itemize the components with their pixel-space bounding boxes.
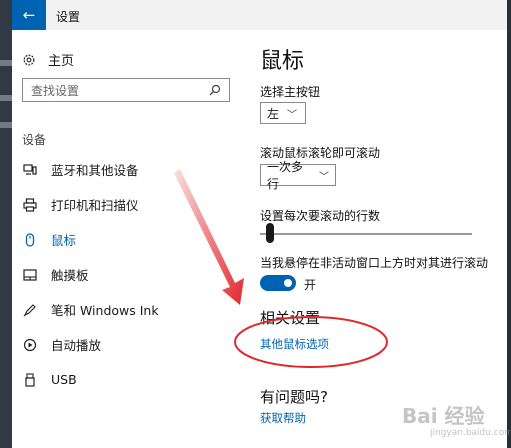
touchpad-icon <box>22 267 38 283</box>
home-label: 主页 <box>48 54 75 69</box>
pen-icon <box>22 302 38 318</box>
primary-button-label: 选择主按钮 <box>260 85 321 99</box>
get-help-link[interactable]: 获取帮助 <box>260 410 306 426</box>
search-input[interactable]: 查找设置 <box>22 78 230 102</box>
sidebar-nav: 蓝牙和其他设备 打印机和扫描仪 鼠标 触摸板 笔和 Windows Ink 自动… <box>12 152 244 397</box>
background-stripe <box>0 60 12 66</box>
back-button[interactable]: ← <box>12 0 46 30</box>
sidebar-item-usb[interactable]: USB <box>12 362 244 397</box>
sidebar-item-label: 蓝牙和其他设备 <box>51 163 139 178</box>
gear-icon <box>23 54 35 65</box>
usb-icon <box>22 372 38 388</box>
lines-label: 设置每次要滚动的行数 <box>260 209 381 223</box>
back-arrow-icon: ← <box>22 6 36 24</box>
search-icon <box>209 84 221 96</box>
sidebar-item-label: 自动播放 <box>51 338 102 353</box>
mouse-icon <box>22 232 38 248</box>
chevron-down-icon: ﹀ <box>287 109 298 121</box>
toggle-knob <box>284 279 292 287</box>
background-stripe <box>0 122 12 128</box>
scroll-dropdown[interactable]: 一次多行 ﹀ <box>260 160 336 191</box>
sidebar-item-pen[interactable]: 笔和 Windows Ink <box>12 292 244 327</box>
watermark-url: jingyan.baidu.com <box>430 428 511 438</box>
chevron-down-icon: ﹀ <box>319 171 329 183</box>
watermark-logo: Bai 经验 <box>402 404 485 428</box>
background-stripe <box>0 95 12 101</box>
related-settings-title: 相关设置 <box>260 309 321 327</box>
scroll-value: 一次多行 <box>267 160 304 191</box>
sidebar-item-label: 笔和 Windows Ink <box>51 303 159 318</box>
sidebar-item-label: USB <box>51 372 77 387</box>
sidebar: 主页 查找设置 设备 蓝牙和其他设备 打印机和扫描仪 鼠标 触摸板 笔和 Win… <box>12 30 244 448</box>
title-bar: ← 设置 <box>12 0 507 30</box>
main-content: 鼠标 选择主按钮 左 ﹀ 滚动鼠标滚轮即可滚动 一次多行 ﹀ 设置每次要滚动的行… <box>260 30 500 448</box>
sidebar-item-autoplay[interactable]: 自动播放 <box>12 327 244 362</box>
background-window-edge <box>0 0 12 448</box>
printer-icon <box>22 197 38 213</box>
inactive-scroll-toggle[interactable] <box>260 275 296 291</box>
question-title: 有问题吗? <box>260 388 328 406</box>
background-window-edge-right <box>507 0 511 448</box>
lines-slider-track[interactable] <box>260 233 472 235</box>
sidebar-home[interactable]: 主页 <box>22 50 74 69</box>
sidebar-item-label: 鼠标 <box>51 233 77 248</box>
inactive-scroll-label: 当我悬停在非活动窗口上方时对其进行滚动 <box>260 256 489 270</box>
search-placeholder: 查找设置 <box>31 83 80 98</box>
bluetooth-devices-icon <box>22 162 38 178</box>
window-title: 设置 <box>56 10 81 24</box>
primary-button-value: 左 <box>267 106 280 121</box>
sidebar-item-label: 打印机和扫描仪 <box>51 198 139 213</box>
other-mouse-options-link[interactable]: 其他鼠标选项 <box>260 336 329 352</box>
sidebar-item-bluetooth[interactable]: 蓝牙和其他设备 <box>12 152 244 187</box>
settings-window: ← 设置 主页 查找设置 设备 蓝牙和其他设备 打印机和扫描仪 鼠标 触摸板 笔… <box>12 0 507 448</box>
sidebar-item-printers[interactable]: 打印机和扫描仪 <box>12 187 244 222</box>
autoplay-icon <box>22 337 38 353</box>
sidebar-item-mouse[interactable]: 鼠标 <box>12 222 244 257</box>
sidebar-item-touchpad[interactable]: 触摸板 <box>12 257 244 292</box>
primary-button-dropdown[interactable]: 左 ﹀ <box>260 102 306 124</box>
section-label-devices: 设备 <box>22 133 47 147</box>
sidebar-item-label: 触摸板 <box>51 268 89 283</box>
lines-slider-thumb[interactable] <box>266 223 275 243</box>
page-title: 鼠标 <box>260 49 305 74</box>
toggle-state-text: 开 <box>304 278 317 292</box>
